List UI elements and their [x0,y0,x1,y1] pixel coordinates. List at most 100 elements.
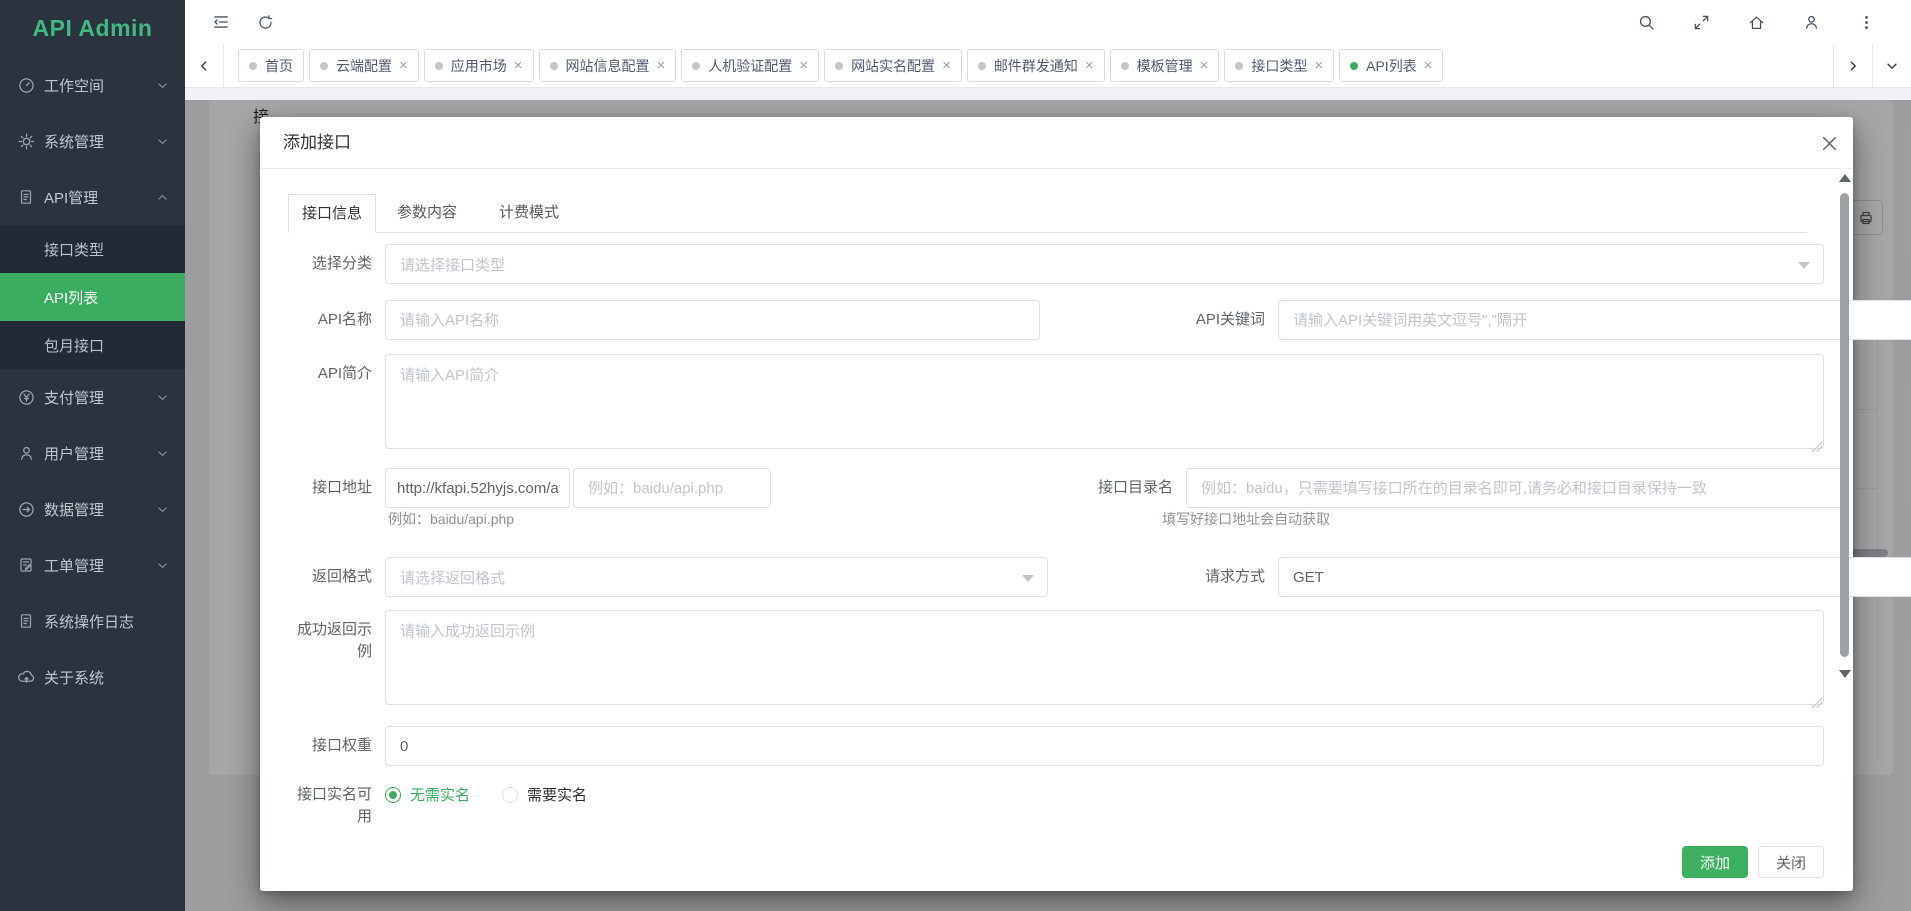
sidebar-item-about-system[interactable]: 关于系统 [0,649,185,705]
user-icon[interactable] [1803,14,1820,31]
close-tab-icon[interactable]: × [799,58,808,73]
tab-billing[interactable]: 计费模式 [486,194,572,232]
page-tab-template-mgmt[interactable]: 模板管理× [1110,49,1220,82]
more-icon[interactable] [1858,14,1875,31]
refresh-icon[interactable] [257,14,274,31]
tabs-scroll-right-button[interactable] [1833,44,1872,87]
close-tab-icon[interactable]: × [399,58,408,73]
sidebar-item-api-mgmt[interactable]: API管理 [0,169,185,225]
scrollbar-thumb[interactable] [1840,193,1849,657]
close-tab-icon[interactable]: × [942,58,951,73]
page-tab-app-market[interactable]: 应用市场× [424,49,534,82]
sidebar-item-monthly-api[interactable]: 包月接口 [0,321,185,369]
chevron-down-icon [156,391,169,404]
sidebar-item-ticket-mgmt[interactable]: 工单管理 [0,537,185,593]
close-icon[interactable] [1821,135,1838,152]
realname-label: 接口实名可用 [288,783,385,828]
radio-selected-icon [385,787,401,803]
api-url-input[interactable] [573,468,771,508]
chevron-down-icon [156,447,169,460]
fold-icon[interactable] [212,13,230,31]
resize-grip-icon[interactable] [1811,697,1822,708]
page-tab-api-type[interactable]: 接口类型× [1224,49,1334,82]
api-name-input[interactable] [385,300,1040,340]
home-icon[interactable] [1748,14,1765,31]
sidebar-item-api-type[interactable]: 接口类型 [0,225,185,273]
tabs-right-controls [1833,44,1911,87]
chevron-left-icon [197,59,211,73]
dialog-scrollbar[interactable] [1838,174,1850,684]
api-url-prefix-input[interactable] [385,468,570,508]
navbar-right-icons [1638,14,1911,31]
page-tab-captcha-config[interactable]: 人机验证配置× [681,49,819,82]
fullscreen-icon[interactable] [1693,14,1710,31]
api-dir-helper: 填写好接口地址会自动获取 [1162,509,1330,529]
scroll-down-arrow-icon[interactable] [1839,670,1851,678]
page-tab-cloud-config[interactable]: 云端配置× [309,49,419,82]
return-format-select[interactable]: 请选择返回格式 [385,557,1048,597]
category-label: 选择分类 [288,244,385,284]
tab-params[interactable]: 参数内容 [384,194,470,232]
sidebar-item-api-list[interactable]: API列表 [0,273,185,321]
sidebar-item-data-mgmt[interactable]: 数据管理 [0,481,185,537]
tab-status-dot [692,62,700,70]
sidebar-item-workspace[interactable]: 工作空间 [0,57,185,113]
search-icon[interactable] [1638,14,1655,31]
close-tab-icon[interactable]: × [1314,58,1323,73]
add-button[interactable]: 添加 [1682,846,1748,878]
resize-grip-icon[interactable] [1811,441,1822,452]
api-intro-textarea[interactable] [385,354,1824,449]
dialog-footer: 添加 关闭 [1682,846,1824,878]
close-tab-icon[interactable]: × [1200,58,1209,73]
dialog-header: 添加接口 [260,117,1853,169]
api-keywords-label: API关键词 [1165,300,1278,340]
chevron-right-icon [1846,59,1860,73]
data-icon [18,501,35,518]
request-method-select[interactable]: GET [1278,557,1911,597]
radio-no-realname[interactable]: 无需实名 [385,784,470,805]
about-icon [18,669,35,686]
sidebar-item-system-log[interactable]: 系统操作日志 [0,593,185,649]
chevron-up-icon [156,191,169,204]
chevron-down-icon [156,79,169,92]
close-button[interactable]: 关闭 [1758,846,1824,878]
tab-status-dot [550,62,558,70]
page-tab-home[interactable]: 首页 [238,49,304,82]
api-keywords-input[interactable] [1278,300,1911,340]
sidebar-item-system-mgmt[interactable]: 系统管理 [0,113,185,169]
api-url-helper: 例如：baidu/api.php [388,509,514,529]
radio-need-realname[interactable]: 需要实名 [502,784,587,805]
api-intro-label: API简介 [288,354,385,394]
tabs-scroll-left-button[interactable] [185,44,224,87]
user-icon [18,445,35,462]
api-dir-label: 接口目录名 [1073,468,1186,508]
scroll-up-arrow-icon[interactable] [1839,174,1851,182]
api-dir-input[interactable] [1186,468,1845,508]
success-example-label: 成功返回示例 [288,610,385,663]
sidebar-item-user-mgmt[interactable]: 用户管理 [0,425,185,481]
tab-status-dot [978,62,986,70]
tab-status-dot [249,62,257,70]
tab-status-dot [1350,62,1358,70]
close-tab-icon[interactable]: × [514,58,523,73]
page-tab-site-info-config[interactable]: 网站信息配置× [539,49,677,82]
sidebar-item-payment-mgmt[interactable]: 支付管理 [0,369,185,425]
tabs-menu-button[interactable] [1872,44,1911,87]
payment-icon [18,389,35,406]
page-tab-api-list[interactable]: API列表× [1339,49,1443,82]
close-tab-icon[interactable]: × [1085,58,1094,73]
chevron-down-icon [156,503,169,516]
chevron-down-icon [156,559,169,572]
radio-unselected-icon [502,787,518,803]
page-tab-site-realname-config[interactable]: 网站实名配置× [824,49,962,82]
page-tabbar: 首页云端配置×应用市场×网站信息配置×人机验证配置×网站实名配置×邮件群发通知×… [185,44,1911,88]
category-select[interactable]: 请选择接口类型 [385,244,1824,284]
weight-input[interactable] [385,726,1824,766]
dashboard-icon [18,77,35,94]
page-tab-email-notify[interactable]: 邮件群发通知× [967,49,1105,82]
close-tab-icon[interactable]: × [657,58,666,73]
tab-api-info[interactable]: 接口信息 [288,194,376,233]
success-example-textarea[interactable] [385,610,1824,705]
close-tab-icon[interactable]: × [1424,58,1433,73]
top-navbar [185,0,1911,45]
